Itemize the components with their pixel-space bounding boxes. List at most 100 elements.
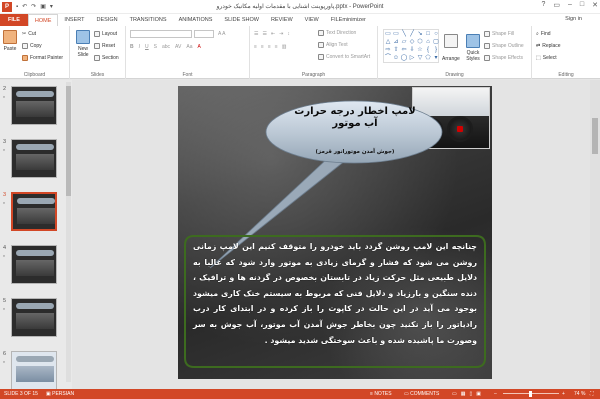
tab-file[interactable]: FILE — [0, 14, 28, 26]
font-size-box[interactable] — [194, 30, 214, 38]
slide-number: 3 — [3, 192, 7, 198]
quick-access-toolbar: ▪ ↶ ↷ ▣ ▾ — [16, 3, 53, 11]
notes-button[interactable]: ≡ NOTES — [370, 391, 392, 397]
tab-design[interactable]: DESIGN — [91, 14, 124, 26]
start-slideshow-icon[interactable]: ▣ — [40, 3, 46, 10]
arrange-icon — [443, 34, 458, 48]
slide-number: 5 — [3, 298, 7, 304]
text-direction-icon — [318, 30, 324, 36]
editing-label: Editing — [558, 72, 574, 78]
zoom-in-button[interactable]: + — [562, 391, 565, 397]
font-format-buttons[interactable]: B I U Sabc AV Aa A — [130, 44, 201, 50]
slideshow-view-icon: ▣ — [476, 391, 485, 397]
select-button[interactable]: ⬚ Select — [536, 55, 557, 61]
redo-icon[interactable]: ↷ — [31, 3, 36, 10]
slide-thumbnail-selected[interactable]: 3 * — [0, 192, 72, 238]
clipboard-label: Clipboard — [23, 72, 46, 78]
shapes-gallery[interactable]: ▭ ▭ ╲ ╱ ↘ □ ○ △ ⊿ ▱ ◇ ⬡ ⌂ ▢ ⇨ ⇧ ⇦ ⇩ ☆{} ⌒ ☺ ◯ ▷ ▽ ⬠ ▾ — [383, 29, 439, 63]
comments-button[interactable]: ▭ COMMENTS — [404, 391, 439, 397]
grow-shrink-font[interactable]: A A — [218, 31, 226, 37]
arrange-button[interactable]: Arrange — [442, 34, 460, 62]
new-slide-button[interactable]: New Slide — [73, 30, 93, 58]
zoom-level[interactable]: 74 % — [574, 391, 585, 397]
status-bar: SLIDE 3 OF 15 ▣ PERSIAN ≡ NOTES ▭ COMMEN… — [0, 389, 600, 399]
paste-button[interactable]: Paste — [3, 30, 17, 52]
slide-thumbnail[interactable]: 5 * — [0, 298, 72, 344]
editor-scroll-thumb[interactable] — [592, 118, 598, 154]
shape-effects-button[interactable]: Shape Effects — [484, 55, 523, 61]
font-group: A A B I U Sabc AV Aa A Font — [126, 26, 250, 79]
align-text-button[interactable]: Align Text — [318, 42, 348, 48]
editor-scrollbar[interactable] — [590, 80, 600, 389]
reset-button[interactable]: Reset — [94, 43, 115, 49]
notes-icon: ≡ — [370, 391, 373, 397]
drawing-label: Drawing — [445, 72, 464, 78]
help-icon[interactable]: ? — [541, 1, 545, 9]
view-buttons[interactable]: ▭▦▯▣ — [452, 391, 485, 397]
text-direction-button[interactable]: Text Direction — [318, 30, 356, 36]
thumbnails-scrollbar[interactable] — [66, 82, 71, 382]
undo-icon[interactable]: ↶ — [22, 3, 27, 10]
replace-button[interactable]: ⇄ Replace — [536, 43, 561, 49]
smartart-icon — [318, 54, 324, 60]
language-status: ▣ PERSIAN — [46, 391, 75, 397]
spellcheck-icon[interactable]: ▣ — [46, 391, 51, 397]
slide-thumbnail[interactable]: 4 * — [0, 245, 72, 291]
title-bar: P ▪ ↶ ↷ ▣ ▾ پاورپوینت آشنایی با مقدمات ا… — [0, 0, 600, 14]
callout-title: لامپ اخطار درجه حرارت آب موتور — [294, 106, 416, 129]
maximize-button[interactable]: □ — [580, 1, 584, 9]
thumbnails-scroll-thumb[interactable] — [66, 86, 71, 196]
ribbon-home: Paste ✂ Cut Copy Format Painter Clipboard… — [0, 26, 600, 79]
animation-star-icon: * — [3, 308, 5, 314]
sign-in-link[interactable]: Sign in — [565, 16, 582, 22]
copy-button[interactable]: Copy — [22, 43, 42, 49]
customize-qat-icon[interactable]: ▾ — [50, 3, 53, 10]
brush-icon — [22, 55, 28, 61]
align-buttons[interactable]: ≡ ≡ ≡ ≡ ▥ — [254, 44, 286, 50]
fit-slide-icon[interactable]: ⛶ — [590, 391, 594, 397]
thumbnail-image — [11, 351, 57, 389]
zoom-out-button[interactable]: – — [494, 391, 497, 397]
tab-home[interactable]: HOME — [27, 14, 59, 26]
format-painter-button[interactable]: Format Painter — [22, 55, 63, 61]
cut-button[interactable]: ✂ Cut — [22, 31, 36, 37]
find-icon: ⌕ — [536, 31, 539, 37]
paste-icon — [3, 30, 17, 44]
save-icon[interactable]: ▪ — [16, 4, 18, 10]
section-button[interactable]: Section — [94, 55, 119, 61]
convert-smartart-button[interactable]: Convert to SmartArt — [318, 54, 370, 60]
shape-fill-button[interactable]: Shape Fill — [484, 31, 514, 37]
tab-slide-show[interactable]: SLIDE SHOW — [218, 14, 265, 26]
quick-styles-button[interactable]: Quick Styles — [463, 34, 483, 62]
animation-star-icon: * — [3, 255, 5, 261]
tab-insert[interactable]: INSERT — [58, 14, 90, 26]
slide-body-text[interactable]: چنانچه این لامپ روشن گردد باید خودرو را … — [193, 239, 477, 365]
font-name-box[interactable] — [130, 30, 192, 38]
window-title: پاورپوینت آشنایی با مقدمات اولیه مکانیک … — [216, 4, 384, 10]
tab-transitions[interactable]: TRANSITIONS — [124, 14, 173, 26]
tab-fileminimizer[interactable]: FILEminimizer — [325, 14, 372, 26]
slide-thumbnail[interactable]: 3 * — [0, 139, 72, 185]
animation-star-icon: * — [3, 149, 5, 155]
shape-outline-button[interactable]: Shape Outline — [484, 43, 524, 49]
slide-number: 2 — [3, 86, 7, 92]
tab-view[interactable]: VIEW — [299, 14, 325, 26]
slide-thumbnails-panel: 2 * 3 * 3 * 4 * 5 * 6 * — [0, 80, 72, 389]
section-icon — [94, 55, 100, 61]
slide-counter: SLIDE 3 OF 15 — [4, 391, 38, 397]
tab-review[interactable]: REVIEW — [265, 14, 299, 26]
ribbon-display-icon[interactable]: ▭ — [553, 1, 560, 9]
copy-icon — [22, 43, 28, 49]
slide-thumbnail[interactable]: 2 * — [0, 86, 72, 132]
layout-button[interactable]: Layout — [94, 31, 117, 37]
zoom-slider-thumb[interactable] — [529, 391, 532, 397]
tab-animations[interactable]: ANIMATIONS — [173, 14, 219, 26]
callout-subtitle: (جوش آمدن موتورانور قرمز) — [315, 149, 395, 155]
close-button[interactable]: ✕ — [592, 1, 598, 9]
minimize-button[interactable]: – — [568, 1, 572, 9]
find-button[interactable]: ⌕ Find — [536, 31, 551, 37]
list-buttons[interactable]: ☰ ☰ ⇤ ⇥ ↕ — [254, 31, 290, 37]
powerpoint-logo-icon: P — [2, 1, 12, 12]
slide-number: 4 — [3, 245, 7, 251]
slide-thumbnail[interactable]: 6 * — [0, 351, 72, 389]
